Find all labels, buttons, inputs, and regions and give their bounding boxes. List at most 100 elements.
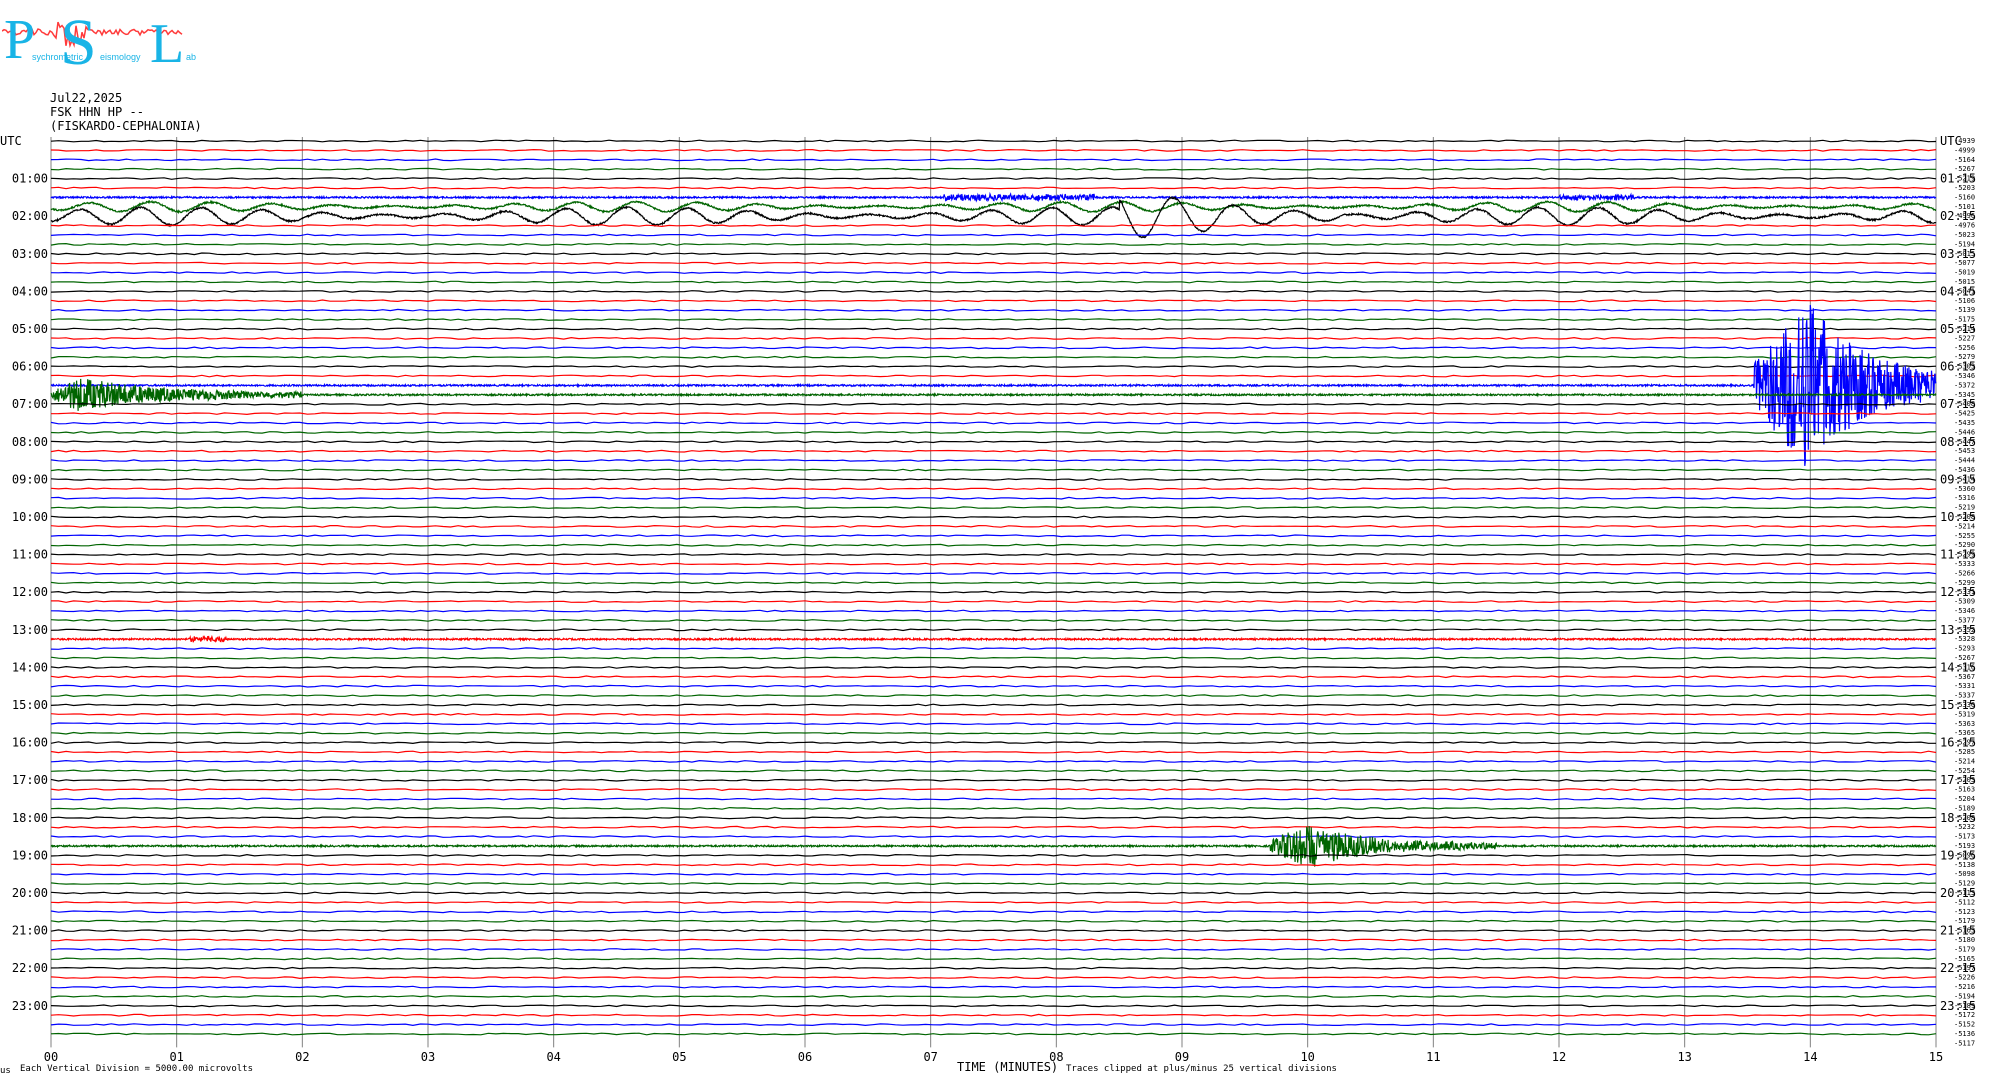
trace-83 <box>50 919 1937 923</box>
trace-22 <box>50 346 1937 350</box>
trace-29 <box>50 412 1937 416</box>
trace-value: -5285 <box>1954 748 1975 756</box>
trace-value: -5173 <box>1954 833 1975 841</box>
trace-value: -5297 <box>1954 739 1975 747</box>
trace-11 <box>50 242 1936 246</box>
left-hour-label: 05:00 <box>12 322 48 336</box>
trace-90 <box>50 985 1937 989</box>
trace-value: -5077 <box>1954 259 1975 267</box>
trace-value: -5098 <box>1954 870 1975 878</box>
trace-value: -5267 <box>1954 654 1975 662</box>
trace-65 <box>50 750 1937 754</box>
trace-1 <box>50 148 1937 152</box>
left-hour-label: 16:00 <box>12 736 48 750</box>
trace-35 <box>50 468 1937 472</box>
trace-value: -5444 <box>1954 457 1975 465</box>
trace-25 <box>50 374 1937 378</box>
trace-value: -5164 <box>1954 156 1975 164</box>
trace-value: -5208 <box>1954 513 1975 521</box>
trace-61 <box>50 712 1937 716</box>
trace-31 <box>50 430 1937 434</box>
scale-note: Each Vertical Division = 5000.00 microvo… <box>20 1064 253 1074</box>
trace-78 <box>51 872 1937 876</box>
trace-value: -5101 <box>1954 203 1975 211</box>
trace-66 <box>50 759 1937 763</box>
trace-value: -5363 <box>1954 720 1975 728</box>
trace-88 <box>50 966 1937 970</box>
trace-value: -5425 <box>1954 410 1975 418</box>
trace-value: -5316 <box>1954 494 1975 502</box>
trace-48 <box>50 590 1936 594</box>
trace-value: -5041 <box>1954 287 1975 295</box>
trace-95 <box>50 1032 1937 1036</box>
left-hour-label: UTC <box>0 134 22 148</box>
helicorder-plot: UTC 01:00 02:00 03:00 04:00 05:00 06:00 07:00 08… <box>0 134 1976 1076</box>
trace-68 <box>50 778 1937 782</box>
trace-86 <box>50 947 1937 951</box>
trace-64 <box>50 741 1936 745</box>
trace-43 <box>50 543 1937 547</box>
trace-38 <box>50 496 1937 500</box>
trace-24 <box>50 365 1937 369</box>
trace-value: -5330 <box>1954 701 1975 709</box>
trace-40 <box>50 515 1937 519</box>
x-tick-label: 12 <box>1552 1050 1566 1064</box>
x-tick-label: 11 <box>1426 1050 1440 1064</box>
trace-20 <box>50 327 1937 331</box>
trace-value: -5219 <box>1954 504 1975 512</box>
trace-value: -5256 <box>1954 344 1975 352</box>
trace-value: -5453 <box>1954 447 1975 455</box>
trace-19 <box>50 318 1937 322</box>
trace-value: -5172 <box>1954 1011 1975 1019</box>
left-hour-label: 09:00 <box>12 472 48 486</box>
trace-55 <box>50 656 1937 660</box>
trace-58 <box>50 684 1937 688</box>
left-hour-label: 02:00 <box>12 209 48 223</box>
trace-81 <box>50 900 1937 904</box>
left-hour-labels: UTC 01:00 02:00 03:00 04:00 05:00 06:00 07:00 08… <box>0 134 48 1013</box>
trace-10 <box>50 233 1937 237</box>
left-hour-label: 07:00 <box>12 397 48 411</box>
trace-28 <box>50 402 1937 406</box>
trace-value: -5203 <box>1954 776 1975 784</box>
trace-value: -5279 <box>1954 353 1975 361</box>
trace-14 <box>50 271 1937 275</box>
trace-value: -5331 <box>1954 682 1975 690</box>
right-trace-values: -4939-4999-5164-5267-5219-5203-5160-5101… <box>1954 137 1975 1047</box>
trace-value: -5290 <box>1954 541 1975 549</box>
trace-value: -5367 <box>1954 673 1975 681</box>
left-hour-label: 06:00 <box>12 360 48 374</box>
trace-value: -5227 <box>1954 334 1975 342</box>
trace-value: -5303 <box>1954 363 1975 371</box>
trace-39 <box>50 506 1937 510</box>
trace-value: -5138 <box>1954 861 1975 869</box>
trace-value: -5163 <box>1954 786 1975 794</box>
trace-94 <box>50 1023 1937 1027</box>
trace-value: -5179 <box>1954 917 1975 925</box>
trace-15 <box>50 280 1937 284</box>
trace-value: -5293 <box>1954 645 1975 653</box>
trace-67 <box>50 769 1937 773</box>
trace-value: -5136 <box>1954 1030 1975 1038</box>
left-hour-label: 15:00 <box>12 698 48 712</box>
trace-value: -5160 <box>1954 193 1975 201</box>
left-hour-label: 17:00 <box>12 773 48 787</box>
trace-51 <box>50 618 1937 622</box>
trace-52 <box>50 628 1937 632</box>
x-tick-label: 06 <box>798 1050 812 1064</box>
x-tick-label: 04 <box>546 1050 560 1064</box>
trace-80 <box>50 891 1937 895</box>
trace-value: -5214 <box>1954 757 1975 765</box>
trace-value: -5023 <box>1954 231 1975 239</box>
trace-6 <box>50 191 1937 203</box>
x-tick-label: 00 <box>44 1050 58 1064</box>
trace-value: -5365 <box>1954 729 1975 737</box>
trace-value: -5319 <box>1954 710 1975 718</box>
trace-value: -5015 <box>1954 278 1975 286</box>
trace-value: -5117 <box>1954 1039 1975 1047</box>
trace-16 <box>50 289 1937 293</box>
left-hour-label: 01:00 <box>12 172 48 186</box>
left-hour-label: 08:00 <box>12 435 48 449</box>
trace-36 <box>50 477 1937 481</box>
x-axis-label: TIME (MINUTES) <box>957 1060 1058 1074</box>
